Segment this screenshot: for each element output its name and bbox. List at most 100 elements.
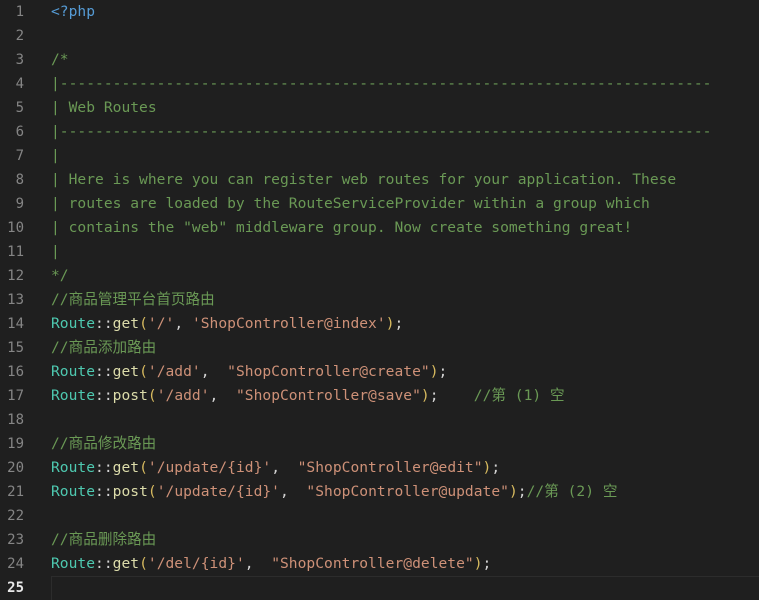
code-token: get xyxy=(112,363,140,380)
line-number: 23 xyxy=(7,532,24,548)
code-line[interactable]: 4 |--------------------------------------… xyxy=(0,72,759,96)
code-line[interactable]: 16 Route::get('/add', "ShopController@cre… xyxy=(0,360,759,384)
line-number: 16 xyxy=(7,364,24,380)
code-line[interactable]: 13 //商品管理平台首页路由 xyxy=(0,288,759,312)
code-line-content[interactable]: | contains the "web" middleware group. N… xyxy=(44,216,759,240)
code-line[interactable]: 11 | xyxy=(0,240,759,264)
code-line-content[interactable]: //商品删除路由 xyxy=(44,528,759,552)
code-token: "ShopController@delete" xyxy=(271,555,474,572)
code-line-content[interactable]: | xyxy=(44,240,759,264)
code-line-content[interactable]: Route::post('/update/{id}', "ShopControl… xyxy=(44,480,759,504)
code-line-content[interactable]: Route::get('/del/{id}', "ShopController@… xyxy=(44,552,759,576)
code-token: '/del/{id}' xyxy=(147,555,245,572)
code-token: ( xyxy=(139,363,148,380)
code-line-content[interactable]: //商品管理平台首页路由 xyxy=(44,288,759,312)
code-line[interactable]: 18 xyxy=(0,408,759,432)
code-line[interactable]: 20 Route::get('/update/{id}', "ShopContro… xyxy=(0,456,759,480)
code-token: "ShopController@update" xyxy=(306,483,509,500)
code-token: ) xyxy=(508,483,518,500)
code-line[interactable]: 14 Route::get('/', 'ShopController@index'… xyxy=(0,312,759,336)
code-editor[interactable]: 1 <?php 2 3/* 4 |----------------------------… xyxy=(0,0,759,600)
line-number: 13 xyxy=(7,292,24,308)
code-line[interactable]: 5 | Web Routes xyxy=(0,96,759,120)
code-token: '/add' xyxy=(147,363,201,380)
code-line-content[interactable]: | Here is where you can register web rou… xyxy=(44,168,759,192)
code-token: :: xyxy=(95,387,113,404)
code-line[interactable]: 1 <?php xyxy=(0,0,759,24)
code-line[interactable]: 24 Route::get('/del/{id}', "ShopControlle… xyxy=(0,552,759,576)
code-line[interactable]: 22 xyxy=(0,504,759,528)
code-line-content[interactable]: <?php xyxy=(44,0,759,24)
code-token: ) xyxy=(385,315,395,332)
line-number: 17 xyxy=(7,388,24,404)
code-token: ( xyxy=(139,555,148,572)
code-line[interactable]: 9 | routes are loaded by the RouteService… xyxy=(0,192,759,216)
line-number: 15 xyxy=(7,340,24,356)
code-line[interactable]: 23 //商品删除路由 xyxy=(0,528,759,552)
code-token: */ xyxy=(51,267,69,284)
code-line-content[interactable]: Route::get('/add', "ShopController@creat… xyxy=(44,360,759,384)
code-line[interactable]: 21 Route::post('/update/{id}', "ShopContr… xyxy=(0,480,759,504)
code-line-list[interactable]: 1 <?php 2 3/* 4 |----------------------------… xyxy=(0,0,759,600)
code-token: ( xyxy=(139,315,148,332)
code-token: , xyxy=(244,555,272,572)
code-line[interactable]: 3 /* xyxy=(0,48,759,72)
code-line[interactable]: 25 xyxy=(0,576,759,600)
code-token: '/add' xyxy=(156,387,210,404)
code-token: , xyxy=(271,459,298,476)
code-line-content[interactable]: |---------------------------------------… xyxy=(44,72,759,96)
code-token: "ShopController@create" xyxy=(227,363,430,380)
code-line-content[interactable]: //商品添加路由 xyxy=(44,336,759,360)
line-number: 20 xyxy=(7,460,24,476)
code-token: , xyxy=(200,363,228,380)
code-line-content[interactable]: | Web Routes xyxy=(44,96,759,120)
code-line-content[interactable]: Route::get('/', 'ShopController@index'); xyxy=(44,312,759,336)
code-line-content[interactable]: //商品修改路由 xyxy=(44,432,759,456)
code-token: ) xyxy=(420,387,430,404)
code-token: Route xyxy=(51,363,96,380)
code-token: 'ShopController@index' xyxy=(191,315,386,332)
code-token: ; xyxy=(517,483,527,500)
code-line[interactable]: 17 Route::post('/add', "ShopController@sa… xyxy=(0,384,759,408)
code-token: //商品修改路由 xyxy=(51,435,157,452)
code-line[interactable]: 15 //商品添加路由 xyxy=(0,336,759,360)
code-token: :: xyxy=(95,363,113,380)
code-line[interactable]: 12 */ xyxy=(0,264,759,288)
code-token: '/update/{id}' xyxy=(147,459,272,476)
code-line[interactable]: 10 | contains the "web" middleware group.… xyxy=(0,216,759,240)
code-token: ) xyxy=(473,555,483,572)
code-token: :: xyxy=(95,555,113,572)
code-token: :: xyxy=(95,459,113,476)
code-line-content[interactable]: Route::get('/update/{id}', "ShopControll… xyxy=(44,456,759,480)
code-line[interactable]: 2 xyxy=(0,24,759,48)
code-line-content[interactable]: */ xyxy=(44,264,759,288)
line-number: 14 xyxy=(7,316,24,332)
code-token: Route xyxy=(51,483,96,500)
line-number: 2 xyxy=(15,28,24,44)
code-token: ; xyxy=(429,387,439,404)
code-line[interactable]: 8 | Here is where you can register web ro… xyxy=(0,168,759,192)
active-line-highlight xyxy=(51,576,759,600)
code-token: get xyxy=(112,555,140,572)
line-number: 25 xyxy=(7,580,24,596)
code-line[interactable]: 6 |--------------------------------------… xyxy=(0,120,759,144)
code-line-content[interactable]: |---------------------------------------… xyxy=(44,120,759,144)
code-line-content[interactable]: /* xyxy=(44,48,759,72)
code-token: :: xyxy=(95,315,113,332)
line-number: 19 xyxy=(7,436,24,452)
code-token: , xyxy=(174,315,192,332)
code-token: , xyxy=(209,387,236,404)
code-line-content[interactable]: | routes are loaded by the RouteServiceP… xyxy=(44,192,759,216)
code-token: get xyxy=(112,459,140,476)
code-line-content[interactable]: | xyxy=(44,144,759,168)
line-number: 7 xyxy=(15,148,24,164)
code-token: ; xyxy=(394,315,404,332)
code-line-content[interactable]: Route::post('/add', "ShopController@save… xyxy=(44,384,759,408)
code-line[interactable]: 19 //商品修改路由 xyxy=(0,432,759,456)
line-number: 22 xyxy=(7,508,24,524)
code-line[interactable]: 7 | xyxy=(0,144,759,168)
code-token: | xyxy=(51,243,60,260)
code-token: /* xyxy=(51,51,69,68)
line-number: 24 xyxy=(7,556,24,572)
